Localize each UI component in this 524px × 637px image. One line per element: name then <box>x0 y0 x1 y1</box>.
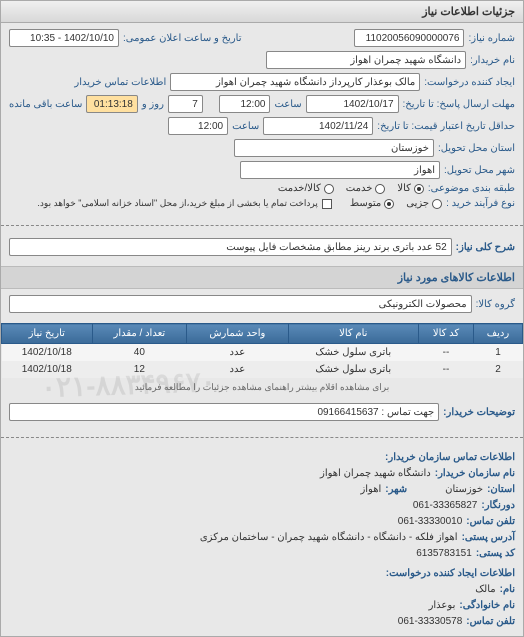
cell-idx: 2 <box>474 361 523 378</box>
radio-icon <box>375 184 385 194</box>
creator-label: ایجاد کننده درخواست: <box>424 77 515 88</box>
cell-unit: عدد <box>187 361 288 378</box>
creator-phone-value: 061-33330578 <box>398 614 463 630</box>
items-table: ردیف کد کالا نام کالا واحد شمارش تعداد /… <box>1 323 523 378</box>
first-name-label: نام: <box>500 582 515 598</box>
address-label: آدرس پستی: <box>462 530 515 546</box>
city-field: اهواز <box>240 161 440 179</box>
validity-time-field: 12:00 <box>168 117 228 135</box>
city-label: شهر محل تحویل: <box>444 165 515 176</box>
subject-group-label: طبقه بندی موضوعی: <box>428 183 515 194</box>
remaining-suffix: ساعت باقی مانده <box>9 99 82 110</box>
fax-label: دورنگار: <box>481 498 515 514</box>
buyer-contact-link[interactable]: اطلاعات تماس خریدار <box>74 77 166 88</box>
payment-note: پرداخت تمام یا بخشی از مبلغ خرید،از محل … <box>37 198 317 209</box>
cell-unit: عدد <box>187 344 288 362</box>
radio-medium-label: متوسط <box>350 198 381 209</box>
phone-value: 061-33330010 <box>398 514 463 530</box>
radio-icon <box>384 199 394 209</box>
remaining-time-field: 01:13:18 <box>86 95 137 113</box>
panel-header: جزئیات اطلاعات نیاز <box>1 1 523 23</box>
radio-icon <box>414 184 424 194</box>
radio-medium[interactable]: متوسط <box>350 198 394 209</box>
fax-value: 061-33365827 <box>413 498 478 514</box>
contact-city-value: اهواز <box>360 482 381 498</box>
cell-qty: 12 <box>92 361 187 378</box>
buy-process-label: نوع فرآیند خرید : <box>446 198 515 209</box>
th-name: نام کالا <box>288 324 418 344</box>
radio-goods-service[interactable]: کالا/خدمت <box>278 183 334 194</box>
validity-date-field: 1402/11/24 <box>263 117 373 135</box>
response-deadline-label: مهلت ارسال پاسخ: تا تاریخ: <box>403 99 515 110</box>
creator-field: مالک بوعذار کارپرداز دانشگاه شهید چمران … <box>170 73 420 91</box>
response-date-field: 1402/10/17 <box>306 95 399 113</box>
buyer-name-label: نام خریدار: <box>470 55 515 66</box>
radio-goods-label: کالا <box>397 183 411 194</box>
time-label-1: ساعت <box>274 99 301 110</box>
radio-goods[interactable]: کالا <box>397 183 424 194</box>
org-name-value: دانشگاه شهید چمران اهواز <box>320 466 431 482</box>
announce-field: 1402/10/10 - 10:35 <box>9 29 119 47</box>
last-name-value: بوعذار <box>429 598 456 614</box>
more-items-note: برای مشاهده اقلام بیشتر راهنمای مشاهده ج… <box>135 382 390 392</box>
cell-qty: 40 <box>92 344 187 362</box>
contact-state-value: خوزستان <box>445 482 483 498</box>
req-number-field: 11020056090000076 <box>354 29 464 47</box>
radio-partial-label: جزیی <box>406 198 429 209</box>
cell-idx: 1 <box>474 344 523 362</box>
treasury-checkbox[interactable] <box>322 199 332 209</box>
contact-state-label: استان: <box>487 482 515 498</box>
cell-name: باتری سلول خشک <box>288 361 418 378</box>
address-value: اهواز فلکه - دانشگاه - دانشگاه شهید چمرا… <box>200 530 458 546</box>
creator-phone-label: تلفن تماس: <box>466 614 515 630</box>
radio-goods-service-label: کالا/خدمت <box>278 183 321 194</box>
th-idx: ردیف <box>474 324 523 344</box>
time-label-2: ساعت <box>232 121 259 132</box>
org-name-label: نام سازمان خریدار: <box>435 466 515 482</box>
announce-label: تاریخ و ساعت اعلان عمومی: <box>123 33 242 44</box>
radio-service[interactable]: خدمت <box>346 183 386 194</box>
req-number-label: شماره نیاز: <box>468 33 515 44</box>
radio-icon <box>324 184 334 194</box>
radio-partial[interactable]: جزیی <box>406 198 442 209</box>
need-title-field: 52 عدد باتری برند رینز مطابق مشخصات فایل… <box>9 238 452 256</box>
need-title-label: شرح کلی نیاز: <box>456 242 515 253</box>
cell-name: باتری سلول خشک <box>288 344 418 362</box>
th-qty: تعداد / مقدار <box>92 324 187 344</box>
postal-label: کد پستی: <box>476 546 515 562</box>
state-field: خوزستان <box>234 139 434 157</box>
remaining-days-label: روز و <box>142 99 164 110</box>
th-date: تاریخ نیاز <box>2 324 93 344</box>
last-name-label: نام خانوادگی: <box>459 598 515 614</box>
creator-section-title: اطلاعات ایجاد کننده درخواست: <box>9 566 515 582</box>
items-section-header: اطلاعات کالاهای مورد نیاز <box>1 266 523 289</box>
radio-icon <box>432 199 442 209</box>
buyer-notes-label: توضیحات خریدار: <box>443 407 515 418</box>
contact-city-label: شهر: <box>385 482 407 498</box>
buyer-notes-field: جهت تماس : 09166415637 <box>9 403 439 421</box>
th-unit: واحد شمارش <box>187 324 288 344</box>
phone-label: تلفن تماس: <box>466 514 515 530</box>
group-label: گروه کالا: <box>476 299 515 310</box>
state-label: استان محل تحویل: <box>438 143 515 154</box>
response-time-field: 12:00 <box>219 95 270 113</box>
cell-code: -- <box>419 361 474 378</box>
table-row: 2 -- باتری سلول خشک عدد 12 1402/10/18 <box>2 361 523 378</box>
radio-service-label: خدمت <box>346 183 373 194</box>
group-field: محصولات الکترونیکی <box>9 295 472 313</box>
cell-date: 1402/10/18 <box>2 361 93 378</box>
postal-value: 6135783151 <box>416 546 472 562</box>
remaining-days-field: 7 <box>168 95 203 113</box>
contact-section-title: اطلاعات تماس سازمان خریدار: <box>9 450 515 466</box>
th-code: کد کالا <box>419 324 474 344</box>
first-name-value: مالک <box>475 582 495 598</box>
table-row: 1 -- باتری سلول خشک عدد 40 1402/10/18 <box>2 344 523 362</box>
cell-date: 1402/10/18 <box>2 344 93 362</box>
buyer-name-field: دانشگاه شهید چمران اهواز <box>266 51 466 69</box>
validity-label: حداقل تاریخ اعتبار قیمت: تا تاریخ: <box>377 121 515 132</box>
cell-code: -- <box>419 344 474 362</box>
